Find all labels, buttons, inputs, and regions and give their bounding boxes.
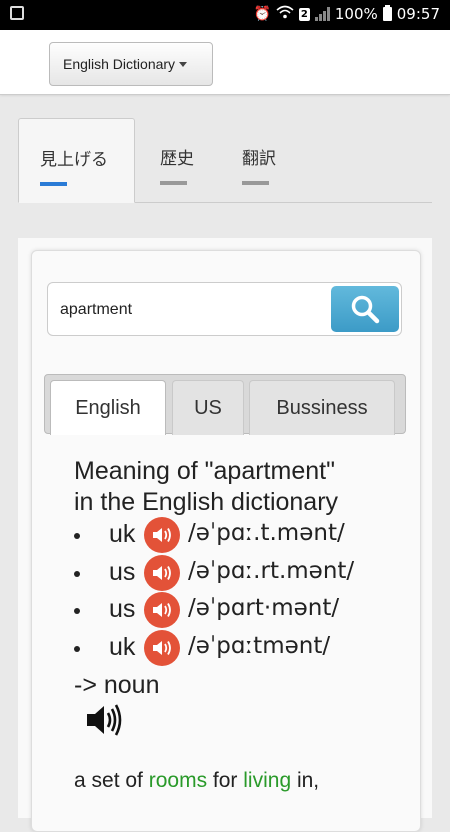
pronunciation-region: uk [109,520,136,548]
speaker-icon [153,528,171,542]
pronunciation-item: us /əˈpɑː.rt.mənt/ [74,554,414,592]
definition-text: a set of rooms for living in, [74,766,414,796]
pronunciation-ipa: /əˈpɑrt·mənt/ [188,595,340,621]
dictionary-select[interactable]: English Dictionary [49,42,213,86]
tab-translate[interactable]: 翻訳 [226,118,300,202]
status-icons: ⏰ 2 100% 09:57 [253,5,440,23]
search-input[interactable] [58,293,332,327]
pronunciation-item: uk /əˈpɑːtmənt/ [74,629,414,667]
tab-us-label: US [194,396,222,419]
dictionary-tabs: English US Bussiness [44,374,406,435]
tab-english-label: English [75,396,141,419]
pronunciation-region: us [109,557,136,586]
pronunciation-ipa: /əˈpɑːtmənt/ [188,632,331,659]
tab-history-label: 歴史 [160,149,194,169]
play-audio-button[interactable] [144,629,180,666]
pronunciation-item: us /əˈpɑrt·mənt/ [74,591,414,629]
definition-link-living[interactable]: living [243,769,291,792]
definition-text-part: for [207,769,244,792]
dictionary-select-label: English Dictionary [63,56,176,72]
pronunciation-region: us [109,595,136,623]
tab-us[interactable]: US [172,380,244,435]
clock: 09:57 [396,5,440,23]
caret-down-icon [179,61,188,67]
tab-english[interactable]: English [50,380,166,435]
entry-heading-line2: in the English dictionary [74,488,339,516]
pronunciation-ipa: /əˈpɑː.t.mənt/ [188,520,345,546]
speaker-icon [153,565,171,580]
tab-business[interactable]: Bussiness [249,380,395,435]
status-bar: ⏰ 2 100% 09:57 [0,0,450,30]
alarm-icon: ⏰ [253,6,271,22]
pronunciation-region: uk [109,632,136,661]
pronunciation-list: uk /əˈpɑː.t.mənt/ us /əˈpɑː.rt.mənt/ us … [74,516,414,666]
part-of-speech: -> noun [74,671,160,699]
definition-text-part: a set of [74,769,149,792]
signal-icon [314,7,330,21]
tab-translate-indicator [242,181,269,185]
definition-link-rooms[interactable]: rooms [149,769,207,792]
app-notification-icon [10,6,24,20]
tab-history[interactable]: 歴史 [144,118,218,202]
search-icon [351,295,380,324]
search-box [47,282,402,336]
bullet [74,645,80,652]
speaker-icon [87,704,122,736]
speaker-icon [153,603,171,617]
entry-heading-line1: Meaning of "apartment" [74,457,335,485]
tab-lookup-indicator [40,182,67,186]
definition-text-part: in, [291,769,320,792]
tab-lookup[interactable]: 見上げる [18,118,135,203]
search-button[interactable] [331,286,399,332]
bullet [74,533,80,539]
pronunciation-ipa: /əˈpɑː.rt.mənt/ [188,557,355,584]
tab-history-indicator [160,181,187,185]
tab-translate-label: 翻訳 [242,149,276,169]
pronunciation-item: uk /əˈpɑː.t.mənt/ [74,516,414,554]
bullet [74,608,80,614]
tab-lookup-label: 見上げる [40,150,108,170]
wifi-icon [276,5,294,23]
entry-heading: Meaning of "apartment" in the English di… [74,456,404,518]
battery-icon [382,5,392,21]
sim-badge: 2 [298,7,310,21]
play-audio-button[interactable] [144,592,180,628]
play-audio-button[interactable] [144,517,180,553]
play-word-audio-button[interactable] [84,700,124,745]
play-audio-button[interactable] [144,554,180,591]
speaker-icon [153,640,171,655]
tab-business-label: Bussiness [276,396,368,419]
app-header: English Dictionary [0,30,450,95]
main-tabs: 見上げる 歴史 翻訳 [18,118,432,203]
battery-percent: 100% [334,5,378,23]
bullet [74,570,80,577]
